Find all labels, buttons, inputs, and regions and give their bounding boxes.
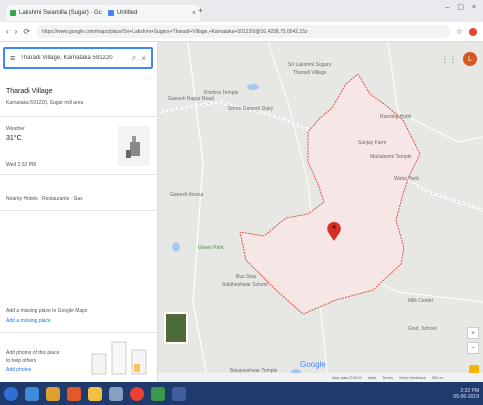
satellite-layer-toggle[interactable]	[164, 312, 188, 344]
add-photos-link[interactable]: Add photos	[6, 367, 31, 373]
scale-label[interactable]: 500 m	[432, 375, 443, 380]
photos-text-2: to help others	[6, 358, 37, 364]
map-label[interactable]: Tharadi Village	[293, 70, 326, 76]
tools-icon[interactable]	[109, 386, 123, 401]
building-icon	[126, 136, 140, 158]
add-place-text: Add a missing place to Google Maps	[6, 308, 88, 314]
window-controls[interactable]: – ▢ ×	[446, 3, 479, 11]
address-toolbar: ‹ › ⟳ https://www.google.com/maps/place/…	[0, 22, 483, 42]
url-field[interactable]: https://www.google.com/maps/place/Sri+La…	[36, 25, 450, 38]
divider	[0, 332, 158, 333]
add-place-link[interactable]: Add a missing place	[6, 318, 51, 324]
new-tab-button[interactable]: +	[198, 6, 203, 15]
excel-icon[interactable]	[151, 386, 165, 401]
search-input[interactable]: Tharadi Village, Karnataka 591220	[20, 55, 127, 61]
search-box[interactable]: ≡ Tharadi Village, Karnataka 591220 ⌕ ×	[3, 47, 153, 69]
divider	[0, 174, 158, 175]
map-label[interactable]: Sri Lakshmi Sugars	[288, 62, 331, 68]
map-label[interactable]: Milk Center	[408, 298, 433, 304]
search-icon[interactable]: ⌕	[132, 53, 136, 63]
clock-date: 05-06-2019	[453, 394, 479, 400]
nearby-links[interactable]: Nearby Hotels · Restaurants · Gas	[6, 196, 83, 202]
map-label[interactable]: Siddheshwar School	[222, 282, 268, 288]
map-footer: Map data ©2019 India Terms Send feedback…	[158, 373, 483, 382]
weather-value: 31°C	[6, 135, 22, 142]
tab-untitled[interactable]: Untitled ×	[104, 5, 200, 21]
media-icon[interactable]	[67, 386, 81, 401]
feedback-link[interactable]: Send feedback	[399, 375, 426, 380]
tab-maps[interactable]: Lakshmi Swamilla (Sugar) · Gc ×	[6, 5, 110, 21]
system-clock[interactable]: 2:32 PM 05-06-2019	[453, 388, 479, 400]
word-icon[interactable]	[172, 386, 186, 401]
bookmark-star-icon[interactable]: ☆	[456, 27, 463, 36]
divider	[0, 210, 158, 211]
photo-cards-icon	[91, 341, 147, 375]
google-logo: Google	[300, 360, 326, 369]
weather-label: Weather	[6, 126, 25, 132]
place-panel: Tharadi Village Karnataka 591220, Sugar …	[0, 42, 158, 382]
weather-time: Wed 2:32 PM	[6, 162, 37, 168]
browser-tab-bar: Lakshmi Swamilla (Sugar) · Gc × Untitled…	[0, 0, 483, 22]
map-label[interactable]: Bus Stop	[236, 274, 256, 280]
ie-icon[interactable]	[25, 386, 39, 401]
menu-icon[interactable]: ≡	[10, 53, 15, 63]
files-icon[interactable]	[88, 386, 102, 401]
close-tab-icon[interactable]: ×	[192, 10, 196, 17]
terms-link[interactable]: Terms	[382, 375, 393, 380]
photos-illustration	[90, 340, 150, 376]
page-favicon-icon	[108, 10, 114, 16]
tab-label: Untitled	[117, 10, 138, 16]
profile-icon[interactable]	[469, 27, 477, 36]
back-icon[interactable]: ‹	[6, 27, 9, 36]
photos-text: Add photos of this place	[6, 350, 60, 356]
map-label[interactable]: Shree Ganesh Dairy	[228, 106, 273, 112]
map-label[interactable]: Ganesh Kirana	[170, 192, 203, 198]
map-label[interactable]: Mahalaxmi Temple	[370, 154, 412, 160]
chrome-icon[interactable]	[130, 386, 144, 401]
map-label[interactable]: Water Tank	[394, 176, 419, 182]
map-label[interactable]: Green Park	[198, 245, 224, 251]
account-avatar[interactable]: L	[463, 52, 477, 66]
tab-label: Lakshmi Swamilla (Sugar) · Gc	[19, 10, 102, 16]
folder-icon[interactable]	[46, 386, 60, 401]
reload-icon[interactable]: ⟳	[23, 27, 30, 36]
map-label[interactable]: Ramling Hotel	[380, 114, 411, 120]
place-subtitle: Karnataka 591220, Sugar mill area	[6, 100, 84, 106]
zoom-out-button[interactable]: −	[467, 342, 479, 354]
map-label[interactable]: Ganesh Nagar Road	[168, 96, 214, 102]
map-label[interactable]: Govt. School	[408, 326, 437, 332]
region-link[interactable]: India	[368, 375, 377, 380]
start-button-icon[interactable]	[4, 386, 18, 401]
weather-illustration	[118, 126, 150, 166]
clear-icon[interactable]: ×	[141, 54, 146, 63]
forward-icon[interactable]: ›	[15, 27, 18, 36]
map-label[interactable]: Sanjay Farm	[358, 140, 386, 146]
taskbar: 2:32 PM 05-06-2019	[0, 382, 483, 405]
apps-grid-icon[interactable]: ⋮⋮	[441, 55, 457, 64]
divider	[0, 116, 158, 117]
map-canvas[interactable]: Sri Lakshmi Sugars Tharadi Village Krish…	[158, 42, 483, 382]
map-data-credit: Map data ©2019	[331, 375, 362, 380]
water-body	[172, 242, 180, 252]
zoom-in-button[interactable]: +	[467, 327, 479, 339]
maps-favicon-icon	[10, 10, 16, 16]
water-body	[247, 84, 259, 90]
place-title: Tharadi Village	[6, 88, 53, 95]
